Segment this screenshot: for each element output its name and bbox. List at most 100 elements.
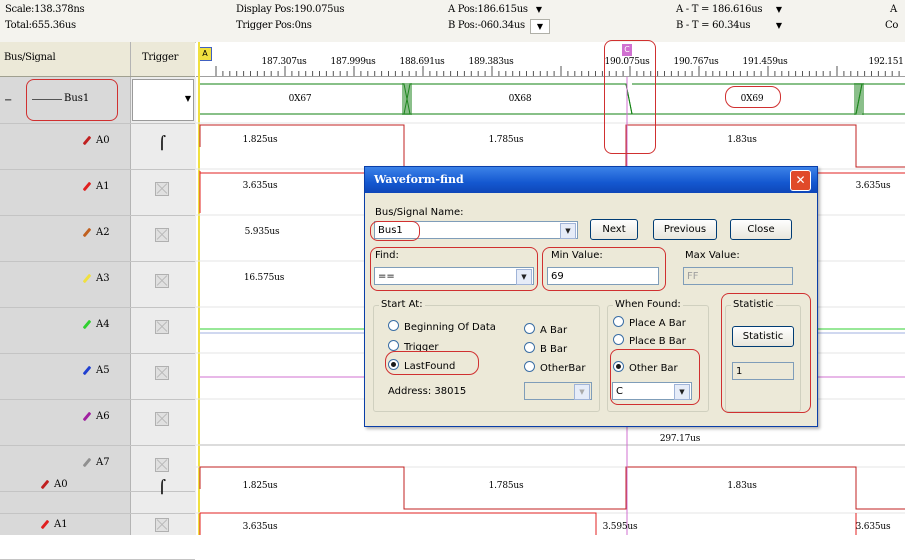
signal-color-icon [82, 181, 92, 192]
radio-a-bar[interactable]: A Bar [524, 323, 567, 336]
ruler-tick-label: 189.383us [468, 57, 514, 67]
a1-duration-label: 3.635us [242, 181, 278, 191]
a2-duration-label: 5.935us [244, 227, 280, 237]
trigger-none-icon[interactable] [146, 315, 178, 339]
ruler-tick-label: 187.307us [261, 57, 307, 67]
radio-label: Beginning Of Data [404, 322, 496, 333]
a-minus-t-dropdown[interactable]: ▼ [770, 3, 788, 16]
max-value-input: FF [683, 267, 793, 285]
chevron-down-icon: ▼ [560, 223, 576, 239]
signal-row-a0-second[interactable]: A0 ⌠ [0, 467, 195, 514]
close-button[interactable]: Close [730, 219, 792, 240]
collapse-icon[interactable]: − [4, 95, 12, 106]
find-highlight [370, 247, 538, 291]
a0-second-waveform [199, 466, 905, 510]
signal-color-icon [82, 273, 92, 284]
b-pos-dropdown[interactable]: ▼ [530, 19, 550, 34]
a0-duration-label: 1.83us [727, 135, 757, 145]
status-header: Scale:138.378ns Total:655.36us Display P… [0, 0, 905, 43]
trigger-none-icon[interactable] [146, 177, 178, 201]
bus-signal-column-label: Bus/Signal [4, 52, 56, 63]
bus-value-label: 0X67 [288, 94, 312, 104]
dialog-title-bar[interactable]: Waveform-find ✕ [365, 167, 817, 193]
radio-label: Place A Bar [629, 318, 686, 329]
signal-color-icon [82, 227, 92, 238]
signal-row-a6[interactable]: A6 [0, 399, 195, 446]
radio-b-bar[interactable]: B Bar [524, 342, 567, 355]
signal-row-a0[interactable]: A0 ⌠ [0, 123, 195, 170]
a-pos-dropdown[interactable]: ▼ [530, 3, 548, 16]
signal-row-a1-second[interactable]: A1 [0, 513, 195, 560]
a3-duration-label: 16.575us [243, 273, 285, 283]
rising-edge-trigger-icon[interactable]: ⌠ [146, 131, 178, 155]
signal-name-a0-second: A0 [54, 479, 68, 490]
a0-duration-label: 1.785us [488, 135, 524, 145]
radio-place-b-bar[interactable]: Place B Bar [613, 334, 686, 347]
close-icon[interactable]: ✕ [790, 170, 811, 191]
ruler-tick-label: 188.691us [399, 57, 445, 67]
signal-label-a5: A5 [82, 365, 110, 376]
min-value-highlight [542, 247, 666, 291]
a0b-duration-label: 1.825us [242, 481, 278, 491]
trigger-none-icon[interactable] [146, 269, 178, 293]
value-highlight [725, 86, 781, 108]
signal-color-icon [82, 457, 92, 468]
radio-otherbar[interactable]: OtherBar [524, 361, 586, 374]
next-button[interactable]: Next [590, 219, 638, 240]
ruler-tick-label: 190.767us [673, 57, 719, 67]
signal-label-a1-second: A1 [40, 519, 68, 530]
a1-second-waveform [199, 512, 857, 535]
trigger-none-icon[interactable] [146, 513, 178, 537]
a-minus-t-readout: A - T = 186.616us [676, 4, 763, 15]
signal-label-a4: A4 [82, 319, 110, 330]
statistic-highlight [721, 293, 811, 413]
a0-duration-label: 1.825us [242, 135, 278, 145]
rising-edge-trigger-icon[interactable]: ⌠ [146, 475, 178, 499]
b-minus-t-dropdown[interactable]: ▼ [770, 19, 788, 32]
a0-waveform [199, 124, 905, 168]
a0b-duration-label: 1.785us [488, 481, 524, 491]
signal-name-a1-second: A1 [54, 519, 68, 530]
trigger-none-icon[interactable] [146, 361, 178, 385]
radio-label: B Bar [540, 344, 568, 355]
time-ruler[interactable]: A 187.307us 187.999us 188.691us 189.383u… [196, 42, 905, 77]
previous-button[interactable]: Previous [653, 219, 717, 240]
address-readout: Address: 38015 [388, 386, 467, 397]
signal-label-a3: A3 [82, 273, 110, 284]
radio-beginning-of-data[interactable]: Beginning Of Data [388, 320, 496, 333]
b-pos-readout: B Pos:-060.34us [448, 20, 525, 31]
other-bar-highlight [610, 349, 700, 405]
a0b-duration-label: 1.83us [727, 481, 757, 491]
a-marker[interactable]: A [198, 47, 212, 61]
signal-name-a1: A1 [96, 181, 110, 192]
total-readout: Total:655.36us [5, 20, 76, 31]
trigger-column-label: Trigger [142, 52, 179, 63]
signal-name-a3: A3 [96, 273, 110, 284]
signal-row-a3[interactable]: A3 [0, 261, 195, 308]
right-c-readout: Co [885, 20, 899, 31]
signal-column-header: Bus/Signal Trigger [0, 42, 195, 77]
a1b-duration-label: 3.635us [242, 522, 278, 532]
radio-label: Place B Bar [629, 336, 686, 347]
bus-signal-highlight [370, 221, 420, 241]
radio-label: OtherBar [540, 363, 586, 374]
signal-row-a4[interactable]: A4 [0, 307, 195, 354]
signal-label-a1: A1 [82, 181, 110, 192]
a1-duration-label: 3.635us [855, 181, 891, 191]
signal-label-a0-second: A0 [40, 479, 68, 490]
ruler-tick-label: 191.459us [742, 57, 788, 67]
lastfound-highlight [385, 351, 479, 375]
bus-trigger-dropdown[interactable]: ▼ [132, 79, 194, 121]
signal-row-a1[interactable]: A1 [0, 169, 195, 216]
a7-duration-label: 297.17us [659, 434, 701, 444]
signal-color-icon [82, 135, 92, 146]
signal-row-a2[interactable]: A2 [0, 215, 195, 262]
signal-row-a5[interactable]: A5 [0, 353, 195, 400]
trigger-none-icon[interactable] [146, 407, 178, 431]
signal-color-icon [40, 479, 50, 490]
signal-color-icon [82, 319, 92, 330]
max-value-label: Max Value: [685, 250, 740, 261]
radio-place-a-bar[interactable]: Place A Bar [613, 316, 686, 329]
trigger-pos-readout: Trigger Pos:0ns [236, 20, 312, 31]
trigger-none-icon[interactable] [146, 223, 178, 247]
